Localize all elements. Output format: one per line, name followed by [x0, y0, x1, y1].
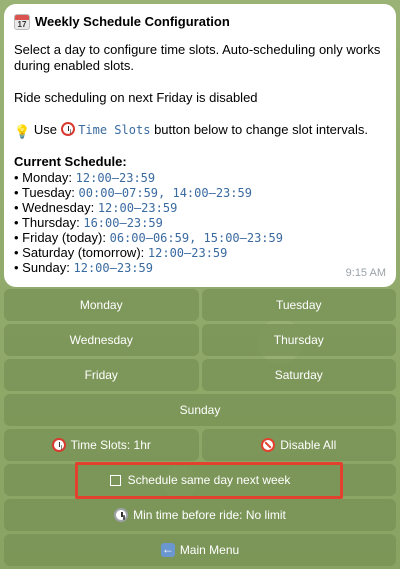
min-time-button[interactable]: Min time before ride: No limit	[4, 499, 396, 531]
tip-code: Time Slots	[78, 123, 151, 137]
message-title: Weekly Schedule Configuration	[35, 14, 230, 29]
schedule-times: 12:00–23:59	[73, 261, 153, 275]
no-entry-icon	[261, 438, 276, 452]
schedule-list: • Monday: 12:00–23:59 • Tuesday: 00:00–0…	[14, 170, 386, 275]
intro-text: Select a day to configure time slots. Au…	[14, 42, 381, 73]
schedule-row-thursday: • Thursday: 16:00–23:59	[14, 215, 386, 230]
button-label: Sunday	[179, 403, 221, 417]
button-label: Schedule same day next week	[127, 473, 291, 487]
bot-message: Weekly Schedule Configuration Select a d…	[4, 4, 396, 287]
tip-text: 💡 Use Time Slots button below to change …	[14, 122, 386, 140]
button-label: Wednesday	[69, 333, 133, 347]
button-label: Time Slots: 1hr	[70, 438, 151, 452]
alarm-clock-icon	[51, 438, 66, 452]
schedule-row-tuesday: • Tuesday: 00:00–07:59, 14:00–23:59	[14, 185, 386, 200]
schedule-times: 16:00–23:59	[83, 216, 163, 230]
schedule-day: • Tuesday:	[14, 185, 75, 200]
schedule-times: 12:00–23:59	[75, 171, 156, 185]
calendar-icon	[14, 14, 30, 30]
inline-keyboard: Monday Tuesday Wednesday Thursday Friday…	[4, 289, 396, 569]
checkbox-icon	[109, 474, 121, 486]
back-arrow-icon	[160, 542, 175, 557]
schedule-times: 12:00–23:59	[147, 246, 228, 260]
schedule-title: Current Schedule:	[14, 154, 127, 169]
schedule-row-saturday: • Saturday (tomorrow): 12:00–23:59	[14, 245, 386, 260]
schedule-row-sunday: • Sunday: 12:00–23:59	[14, 260, 386, 275]
schedule-day: • Saturday (tomorrow):	[14, 245, 145, 260]
tip-suffix: button below to change slot intervals.	[154, 122, 368, 137]
saturday-button[interactable]: Saturday	[201, 359, 396, 391]
button-label: Saturday	[274, 368, 323, 382]
friday-button[interactable]: Friday	[4, 359, 199, 391]
schedule-next-week-button[interactable]: Schedule same day next week	[4, 464, 396, 496]
button-label: Monday	[79, 298, 123, 312]
wednesday-button[interactable]: Wednesday	[4, 324, 199, 356]
schedule-day: • Monday:	[14, 170, 73, 185]
schedule-day: • Wednesday:	[14, 200, 95, 215]
button-label: Friday	[84, 368, 118, 382]
main-menu-button[interactable]: Main Menu	[4, 534, 396, 566]
thursday-button[interactable]: Thursday	[201, 324, 396, 356]
schedule-times: 06:00–06:59, 15:00–23:59	[109, 231, 283, 245]
stopwatch-icon	[114, 508, 129, 522]
message-title-row: Weekly Schedule Configuration	[14, 12, 386, 32]
button-label: Min time before ride: No limit	[133, 508, 286, 522]
monday-button[interactable]: Monday	[4, 289, 199, 321]
disable-all-button[interactable]: Disable All	[201, 429, 396, 461]
sunday-button[interactable]: Sunday	[4, 394, 396, 426]
status-text: Ride scheduling on next Friday is disabl…	[14, 90, 258, 105]
message-timestamp: 9:15 AM	[345, 267, 386, 279]
schedule-row-monday: • Monday: 12:00–23:59	[14, 170, 386, 185]
schedule-row-friday: • Friday (today): 06:00–06:59, 15:00–23:…	[14, 230, 386, 245]
button-label: Tuesday	[275, 298, 322, 312]
schedule-times: 00:00–07:59, 14:00–23:59	[78, 186, 252, 200]
schedule-day: • Sunday:	[14, 260, 70, 275]
schedule-day: • Thursday:	[14, 215, 80, 230]
schedule-row-wednesday: • Wednesday: 12:00–23:59	[14, 200, 386, 215]
time-slots-button[interactable]: Time Slots: 1hr	[4, 429, 199, 461]
tuesday-button[interactable]: Tuesday	[201, 289, 396, 321]
tip-prefix: Use	[33, 122, 57, 137]
schedule-times: 12:00–23:59	[97, 201, 178, 215]
button-label: Thursday	[273, 333, 324, 347]
schedule-day: • Friday (today):	[14, 230, 106, 245]
button-label: Disable All	[280, 438, 337, 452]
alarm-clock-icon	[60, 122, 75, 136]
button-label: Main Menu	[179, 543, 240, 557]
lightbulb-icon: 💡	[14, 124, 31, 139]
